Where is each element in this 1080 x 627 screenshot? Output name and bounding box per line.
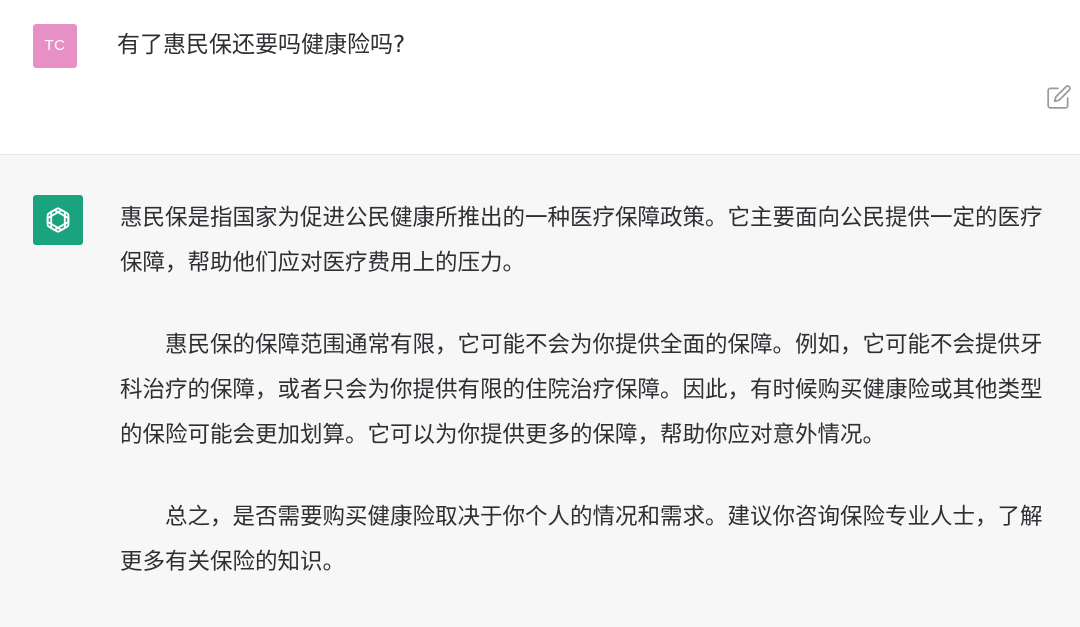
assistant-avatar xyxy=(33,195,83,245)
answer-paragraph-2: 惠民保的保障范围通常有限，它可能不会为你提供全面的保障。例如，它可能不会提供牙科… xyxy=(120,332,1043,448)
user-avatar: TC xyxy=(33,24,77,68)
edit-icon[interactable] xyxy=(1046,84,1072,110)
user-message-text: 有了惠民保还要吗健康险吗? xyxy=(117,32,406,58)
answer-paragraph-3: 总之，是否需要购买健康险取决于你个人的情况和需求。建议你咨询保险专业人士，了解更… xyxy=(120,504,1043,575)
assistant-message-text: 惠民保是指国家为促进公民健康所推出的一种医疗保障政策。它主要面向公民提供一定的医… xyxy=(120,196,1055,622)
openai-logo-icon xyxy=(46,207,70,233)
user-message-row: TC 有了惠民保还要吗健康险吗? xyxy=(0,0,1080,155)
answer-paragraph-1: 惠民保是指国家为促进公民健康所推出的一种医疗保障政策。它主要面向公民提供一定的医… xyxy=(120,205,1043,276)
